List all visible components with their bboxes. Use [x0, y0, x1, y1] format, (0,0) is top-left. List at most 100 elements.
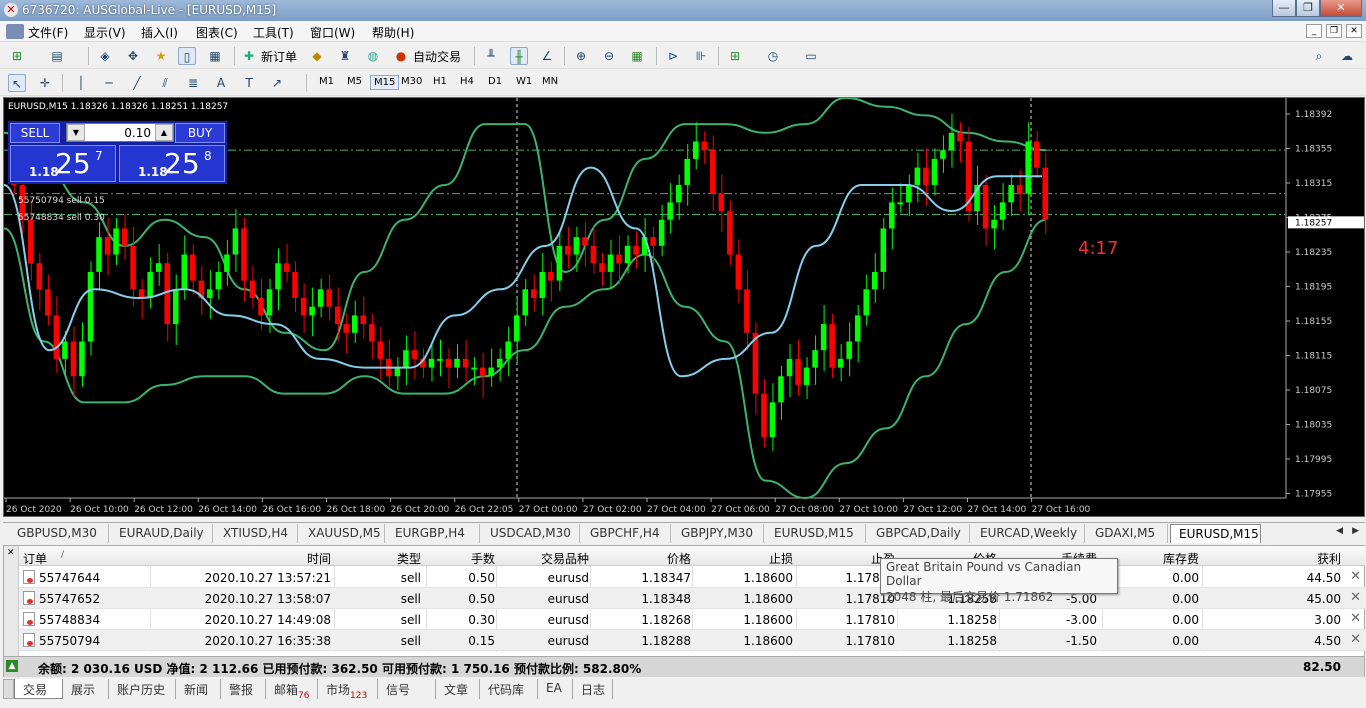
symbol-tab[interactable]: GBPCHF,H4 — [582, 524, 671, 543]
mdi-close-button[interactable]: ✕ — [1346, 24, 1362, 38]
terminal-tab[interactable]: 文章 — [436, 679, 480, 699]
market-watch-icon[interactable]: ◈ — [96, 47, 114, 65]
channel-icon[interactable]: ⫽ — [156, 74, 174, 92]
order-row[interactable]: 55747644 2020.10.27 13:57:21 sell 0.50 eurus… — [19, 567, 1365, 588]
col-swap[interactable]: 库存费 — [1104, 550, 1199, 567]
chart-window-icon[interactable] — [6, 24, 24, 39]
terminal-tab[interactable]: EA — [538, 679, 573, 699]
menu-view[interactable]: 显示(V) — [84, 24, 126, 41]
auto-scroll-icon[interactable]: ⊳ — [664, 47, 682, 65]
arrows-icon[interactable]: ↗ — [268, 74, 286, 92]
col-volume[interactable]: 手数 — [429, 550, 495, 567]
symbol-tab[interactable]: EURAUD,Daily — [111, 524, 213, 543]
mdi-minimize-button[interactable]: _ — [1306, 24, 1322, 38]
auto-trading-button[interactable]: 自动交易 — [413, 48, 461, 65]
close-terminal-icon[interactable]: ✕ — [7, 548, 15, 558]
fibonacci-icon[interactable]: ≣ — [184, 74, 202, 92]
timeframe-m15[interactable]: M15 — [370, 75, 400, 90]
zoom-out-icon[interactable]: ⊖ — [600, 47, 618, 65]
symbol-tab[interactable]: XTIUSD,H4 — [215, 524, 298, 543]
periods-icon[interactable]: ◷ — [764, 47, 782, 65]
indicators-icon[interactable]: ⊞ — [726, 47, 744, 65]
data-window-icon[interactable]: ✥ — [124, 47, 142, 65]
navigator-icon[interactable]: ★ — [152, 47, 170, 65]
tile-windows-icon[interactable]: ▦ — [628, 47, 646, 65]
chat-icon[interactable]: ☁ — [1338, 47, 1356, 65]
timeframe-mn[interactable]: MN — [539, 75, 561, 88]
symbol-tab[interactable]: GDAXI,M5 — [1087, 524, 1168, 543]
close-button[interactable]: ✕ — [1320, 0, 1362, 17]
maximize-button[interactable]: ❐ — [1296, 0, 1320, 17]
timeframe-w1[interactable]: W1 — [513, 75, 535, 88]
order-row[interactable]: 55750794 2020.10.27 16:35:38 sell 0.15 eurus… — [19, 630, 1365, 651]
crosshair-icon[interactable]: ✛ — [36, 74, 54, 92]
sell-price[interactable]: 1.18 25 7 — [10, 145, 116, 182]
cursor-icon[interactable]: ↖ — [8, 74, 26, 92]
col-price[interactable]: 价格 — [599, 550, 691, 567]
order-row[interactable]: 55748834 2020.10.27 14:49:08 sell 0.30 eurus… — [19, 609, 1365, 630]
tabs-right-icon[interactable]: ▶ — [1352, 526, 1359, 536]
close-order-icon[interactable]: ✕ — [1350, 569, 1361, 584]
new-order-icon[interactable]: ✚ — [240, 47, 258, 65]
trendline-icon[interactable]: ╱ — [128, 74, 146, 92]
terminal-tab[interactable]: 账户历史 — [109, 679, 176, 699]
horizontal-line-icon[interactable]: ─ — [100, 74, 118, 92]
bar-chart-icon[interactable]: ╨ — [482, 47, 500, 65]
symbol-tab[interactable]: GBPJPY,M30 — [673, 524, 764, 543]
order-row[interactable]: 55747652 2020.10.27 13:58:07 sell 0.50 eurus… — [19, 588, 1365, 609]
profiles-icon[interactable]: ▤ — [48, 47, 66, 65]
symbol-tab[interactable]: XAUUSD,M5 — [300, 524, 385, 543]
metatrader-icon[interactable]: ✕ — [4, 3, 18, 17]
volume-down-icon[interactable]: ▼ — [67, 124, 85, 141]
terminal-tab[interactable]: 警报 — [221, 679, 266, 699]
mdi-restore-button[interactable]: ❐ — [1326, 24, 1342, 38]
vertical-line-icon[interactable]: │ — [72, 74, 90, 92]
symbol-tab[interactable]: EURUSD,M15 — [1170, 524, 1261, 543]
symbol-tab[interactable]: EURCAD,Weekly — [972, 524, 1085, 543]
col-type[interactable]: 类型 — [349, 550, 421, 567]
terminal-icon[interactable]: ▯ — [178, 47, 196, 65]
templates-icon[interactable]: ▭ — [802, 47, 820, 65]
vps-icon[interactable]: ◍ — [364, 47, 382, 65]
terminal-tab[interactable]: 新闻 — [176, 679, 221, 699]
col-order[interactable]: 订单 — [23, 550, 47, 567]
timeframe-h4[interactable]: H4 — [457, 75, 477, 88]
symbol-tab[interactable]: GBPUSD,M30 — [9, 524, 109, 543]
terminal-tab[interactable]: 代码库 — [480, 679, 538, 699]
symbol-tab[interactable]: EURGBP,H4 — [387, 524, 480, 543]
terminal-tab[interactable]: 信号 — [378, 679, 436, 699]
text-icon[interactable]: A — [212, 74, 230, 92]
col-symbol[interactable]: 交易品种 — [499, 550, 589, 567]
metaeditor-icon[interactable]: ◆ — [308, 47, 326, 65]
timeframe-h1[interactable]: H1 — [430, 75, 450, 88]
sort-icon[interactable]: / — [61, 550, 64, 560]
menu-insert[interactable]: 插入(I) — [141, 24, 178, 41]
buy-price[interactable]: 1.18 25 8 — [119, 145, 225, 182]
symbol-tab[interactable]: USDCAD,M30 — [482, 524, 580, 543]
menu-file[interactable]: 文件(F) — [28, 24, 68, 41]
menu-window[interactable]: 窗口(W) — [310, 24, 355, 41]
sell-button[interactable]: SELL — [10, 123, 60, 143]
close-order-icon[interactable]: ✕ — [1350, 632, 1361, 647]
menu-tools[interactable]: 工具(T) — [253, 24, 294, 41]
volume-input[interactable]: ▼ 0.10 ▲ — [66, 123, 174, 142]
new-order-button[interactable]: 新订单 — [261, 48, 297, 65]
zoom-in-icon[interactable]: ⊕ — [572, 47, 590, 65]
close-order-icon[interactable]: ✕ — [1350, 611, 1361, 626]
timeframe-m30[interactable]: M30 — [398, 75, 425, 88]
symbol-tab[interactable]: GBPCAD,Daily — [868, 524, 970, 543]
col-profit[interactable]: 获利 — [1219, 550, 1341, 567]
text-label-icon[interactable]: T — [240, 74, 258, 92]
col-sl[interactable]: 止损 — [699, 550, 793, 567]
order-label[interactable]: 55748834 sell 0.30 — [18, 213, 105, 223]
strategy-tester-icon[interactable]: ▦ — [206, 47, 224, 65]
symbol-tab[interactable]: EURUSD,M15 — [766, 524, 866, 543]
search-icon[interactable]: ⌕ — [1310, 47, 1328, 65]
terminal-tab[interactable]: 日志 — [573, 679, 613, 699]
new-chart-icon[interactable]: ⊞ — [8, 47, 26, 65]
minimize-button[interactable]: — — [1272, 0, 1296, 17]
line-chart-icon[interactable]: ∠ — [538, 47, 556, 65]
terminal-tab[interactable]: 展示 — [63, 679, 109, 699]
close-order-icon[interactable]: ✕ — [1350, 590, 1361, 605]
chart-shift-icon[interactable]: ⊪ — [692, 47, 710, 65]
